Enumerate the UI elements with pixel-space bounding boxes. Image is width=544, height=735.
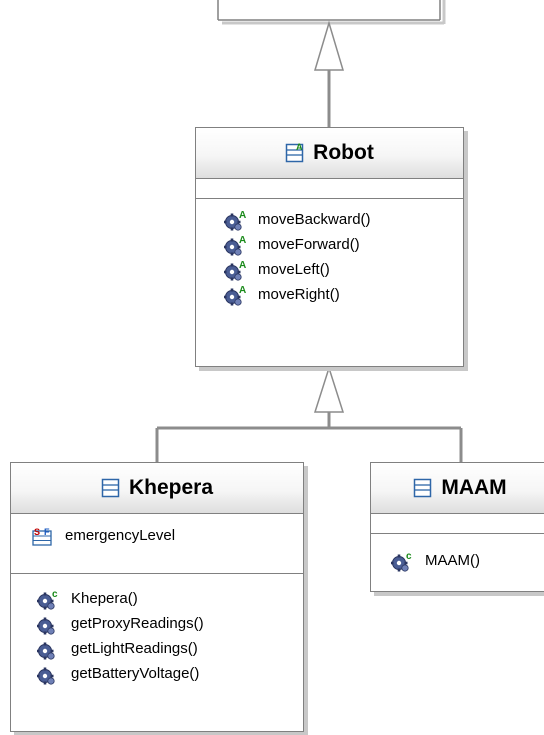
fields-compartment: S F emergencyLevel — [11, 514, 303, 574]
field-row[interactable]: S F emergencyLevel — [31, 523, 303, 548]
parent-class-box-partial — [217, 0, 446, 25]
methods-compartment: c MAAM() — [371, 534, 544, 573]
methods-compartment: A moveBackward() A moveForward() A moveL… — [196, 199, 463, 307]
method-label: getLightReadings() — [71, 640, 198, 657]
class-robot[interactable]: A Robot A moveBackward() A moveForward()… — [195, 127, 464, 367]
method-row[interactable]: getBatteryVoltage() — [37, 661, 303, 686]
svg-text:A: A — [296, 142, 303, 152]
fields-compartment — [371, 514, 544, 534]
class-robot-header[interactable]: A Robot — [196, 128, 463, 179]
svg-text:F: F — [44, 527, 50, 537]
method-row[interactable]: A moveLeft() — [224, 257, 463, 282]
svg-text:A: A — [239, 285, 246, 296]
static-final-field-icon: S F — [32, 527, 52, 546]
abstract-class-icon: A — [285, 142, 304, 163]
method-label: moveBackward() — [258, 211, 371, 228]
svg-text:S: S — [34, 527, 40, 537]
svg-text:A: A — [239, 260, 246, 271]
method-label: MAAM() — [425, 552, 480, 569]
method-row[interactable]: A moveBackward() — [224, 207, 463, 232]
method-row[interactable]: getProxyReadings() — [37, 611, 303, 636]
svg-text:c: c — [52, 589, 58, 600]
method-row[interactable]: A moveRight() — [224, 282, 463, 307]
class-icon — [101, 478, 120, 498]
method-label: moveForward() — [258, 236, 360, 253]
abstract-method-icon: A — [224, 260, 246, 281]
method-label: Khepera() — [71, 590, 138, 607]
method-label: getBatteryVoltage() — [71, 665, 200, 682]
method-icon — [37, 666, 55, 685]
robot-generalization-arrow — [313, 20, 345, 128]
abstract-method-icon: A — [224, 210, 246, 231]
method-label: moveRight() — [258, 286, 340, 303]
abstract-method-icon: A — [224, 235, 246, 256]
method-icon — [37, 641, 55, 660]
method-row[interactable]: A moveForward() — [224, 232, 463, 257]
svg-text:A: A — [239, 210, 246, 221]
subclass-generalization-arrow — [155, 365, 463, 463]
constructor-icon: c — [37, 589, 58, 610]
method-label: moveLeft() — [258, 261, 330, 278]
methods-compartment: c Khepera() getProxyReadings() getLightR… — [11, 574, 303, 686]
class-name: MAAM — [441, 476, 507, 499]
constructor-icon: c — [391, 551, 412, 572]
method-row[interactable]: getLightReadings() — [37, 636, 303, 661]
svg-text:A: A — [239, 235, 246, 246]
method-row[interactable]: c MAAM() — [391, 548, 544, 573]
class-maam-header[interactable]: MAAM — [371, 463, 544, 514]
method-icon — [37, 616, 55, 635]
class-khepera-header[interactable]: Khepera — [11, 463, 303, 514]
class-name: Khepera — [128, 476, 214, 499]
field-label: emergencyLevel — [65, 527, 176, 544]
class-icon — [414, 478, 432, 498]
class-name: Robot — [313, 141, 374, 164]
svg-text:c: c — [406, 551, 412, 562]
method-label: getProxyReadings() — [71, 615, 204, 632]
method-row[interactable]: c Khepera() — [37, 586, 303, 611]
abstract-method-icon: A — [224, 285, 246, 306]
class-maam[interactable]: MAAM c MAAM() — [370, 462, 544, 592]
class-khepera[interactable]: Khepera S F emergencyLevel c Khepera() g… — [10, 462, 304, 732]
attributes-compartment — [196, 179, 463, 199]
